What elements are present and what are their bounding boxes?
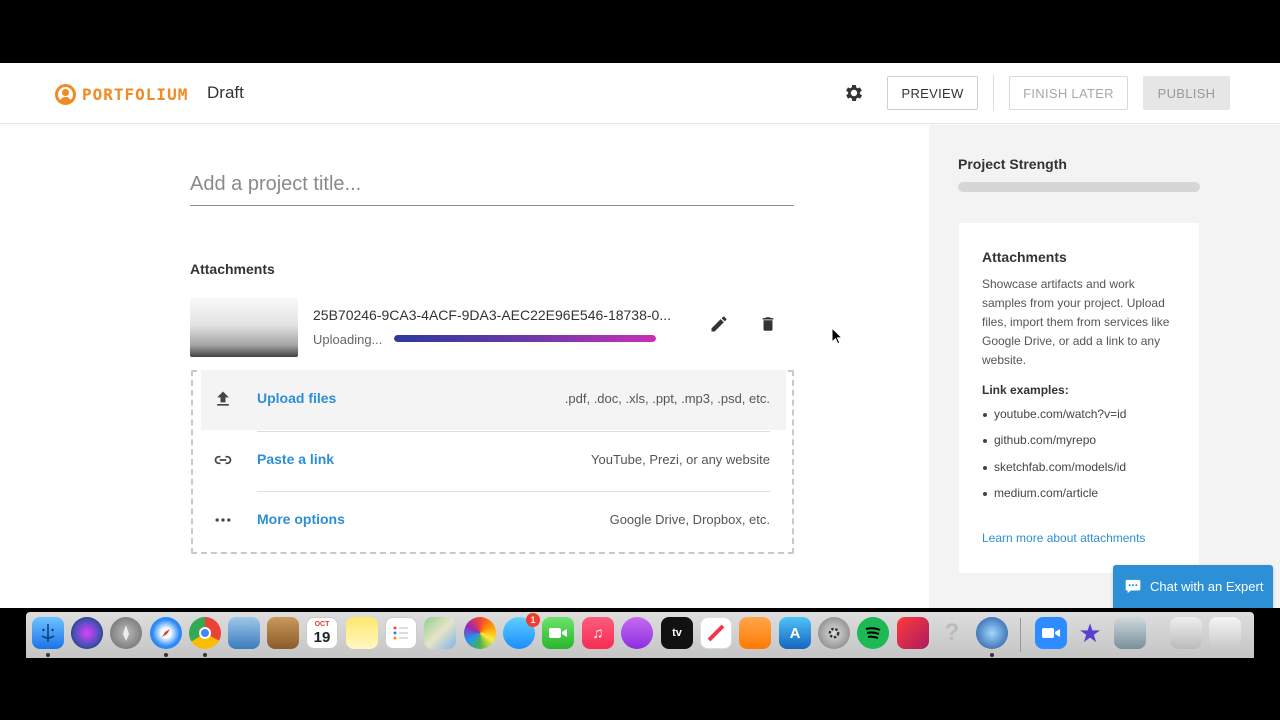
calendar-month: OCT <box>314 621 330 628</box>
chrome-icon[interactable] <box>189 617 221 649</box>
project-strength-title: Project Strength <box>958 156 1067 172</box>
zoom-icon[interactable] <box>1035 617 1067 649</box>
attachments-heading: Attachments <box>190 261 275 277</box>
finish-later-button[interactable]: FINISH LATER <box>1009 76 1128 110</box>
finder-icon[interactable] <box>32 617 64 649</box>
attachments-tip-card: Attachments Showcase artifacts and work … <box>959 223 1199 573</box>
upload-files-label: Upload files <box>257 390 337 406</box>
siri-icon[interactable] <box>71 617 103 649</box>
reminders-icon[interactable] <box>385 617 417 649</box>
header-divider <box>993 75 994 111</box>
chat-bubble-icon <box>1125 579 1141 594</box>
calendar-icon[interactable]: OCT 19 <box>306 617 338 649</box>
dock-separator <box>1020 618 1021 652</box>
downloads-icon[interactable] <box>1170 617 1202 649</box>
paste-link-hint: YouTube, Prezi, or any website <box>591 452 770 467</box>
maps-icon[interactable] <box>424 617 456 649</box>
podcasts-icon[interactable] <box>621 617 653 649</box>
portfolium-logo-icon <box>55 83 76 105</box>
project-strength-bar <box>958 182 1200 192</box>
more-icon <box>215 518 231 522</box>
draft-status: Draft <box>207 83 244 102</box>
more-options-option[interactable]: More options Google Drive, Dropbox, etc. <box>201 491 786 551</box>
list-item: medium.com/article <box>982 486 1126 512</box>
contacts-icon[interactable] <box>267 617 299 649</box>
upload-status: Uploading... <box>313 332 383 347</box>
upload-files-hint: .pdf, .doc, .xls, .ppt, .mp3, .psd, etc. <box>564 391 770 406</box>
publish-button[interactable]: PUBLISH <box>1143 76 1230 110</box>
list-item: youtube.com/watch?v=id <box>982 407 1126 433</box>
learn-more-link[interactable]: Learn more about attachments <box>982 531 1145 545</box>
spotify-icon[interactable] <box>857 617 889 649</box>
paste-link-label: Paste a link <box>257 451 335 467</box>
chat-label: Chat with an Expert <box>1150 579 1264 594</box>
books-icon[interactable] <box>739 617 771 649</box>
paste-link-option[interactable]: Paste a link YouTube, Prezi, or any webs… <box>201 431 786 491</box>
tip-card-description: Showcase artifacts and work samples from… <box>982 277 1170 367</box>
upload-progress-fill <box>394 335 656 342</box>
link-examples-label: Link examples: <box>982 383 1069 397</box>
preview-button[interactable]: PREVIEW <box>887 76 978 110</box>
apple-tv-icon[interactable]: tv <box>661 617 693 649</box>
messages-badge: 1 <box>526 613 540 627</box>
running-indicator <box>164 653 168 657</box>
link-icon <box>214 455 232 465</box>
right-sidebar: Project Strength Attachments Showcase ar… <box>929 125 1280 608</box>
macos-dock: OCT 19 1 ♫ tv A ? ★ <box>26 612 1254 658</box>
facetime-icon[interactable] <box>542 617 574 649</box>
attachment-file-name: 25B70246-9CA3-4ACF-9DA3-AEC22E96E546-187… <box>313 307 671 323</box>
help-icon[interactable]: ? <box>936 617 968 649</box>
upload-progress-bar <box>394 335 656 342</box>
preview-icon[interactable] <box>228 617 260 649</box>
list-item: sketchfab.com/models/id <box>982 460 1126 486</box>
mouse-cursor-icon <box>831 327 843 345</box>
upload-icon <box>217 391 229 406</box>
gear-icon[interactable] <box>843 82 865 104</box>
trash-icon[interactable] <box>759 314 777 334</box>
running-indicator <box>46 653 50 657</box>
notes-icon[interactable] <box>346 617 378 649</box>
link-examples-list: youtube.com/watch?v=id github.com/myrepo… <box>982 407 1126 512</box>
trash-bin-icon[interactable] <box>1209 617 1241 649</box>
launchpad-icon[interactable] <box>110 617 142 649</box>
tip-card-title: Attachments <box>982 249 1067 265</box>
creative-cloud-icon[interactable] <box>897 617 929 649</box>
imovie-icon[interactable]: ★ <box>1074 617 1106 649</box>
running-indicator <box>990 653 994 657</box>
safari-icon[interactable] <box>150 617 182 649</box>
system-preferences-icon[interactable] <box>818 617 850 649</box>
top-header: PORTFOLIUM Draft PREVIEW FINISH LATER PU… <box>0 63 1280 124</box>
tv-label: tv <box>672 627 682 639</box>
logo-text: PORTFOLIUM <box>82 84 189 104</box>
attachment-thumbnail[interactable] <box>190 297 298 357</box>
attachment-dropzone[interactable]: Upload files .pdf, .doc, .xls, .ppt, .mp… <box>191 370 794 554</box>
browser-window: PORTFOLIUM Draft PREVIEW FINISH LATER PU… <box>0 63 1280 608</box>
news-icon[interactable] <box>700 617 732 649</box>
calendar-day: 19 <box>313 629 331 646</box>
upload-files-option[interactable]: Upload files .pdf, .doc, .xls, .ppt, .mp… <box>201 370 786 430</box>
preview-2-icon[interactable] <box>1114 617 1146 649</box>
running-indicator <box>203 653 207 657</box>
portfolium-logo[interactable]: PORTFOLIUM <box>55 82 188 106</box>
photos-icon[interactable] <box>464 617 496 649</box>
quicktime-icon[interactable] <box>976 617 1008 649</box>
more-options-hint: Google Drive, Dropbox, etc. <box>609 512 770 527</box>
project-title-input[interactable] <box>190 163 794 206</box>
music-icon[interactable]: ♫ <box>582 617 614 649</box>
more-options-label: More options <box>257 511 345 527</box>
list-item: github.com/myrepo <box>982 433 1126 459</box>
app-store-icon[interactable]: A <box>779 617 811 649</box>
pencil-icon[interactable] <box>709 314 729 334</box>
chat-with-expert-button[interactable]: Chat with an Expert <box>1113 565 1273 608</box>
attachment-row: 25B70246-9CA3-4ACF-9DA3-AEC22E96E546-187… <box>190 297 794 359</box>
